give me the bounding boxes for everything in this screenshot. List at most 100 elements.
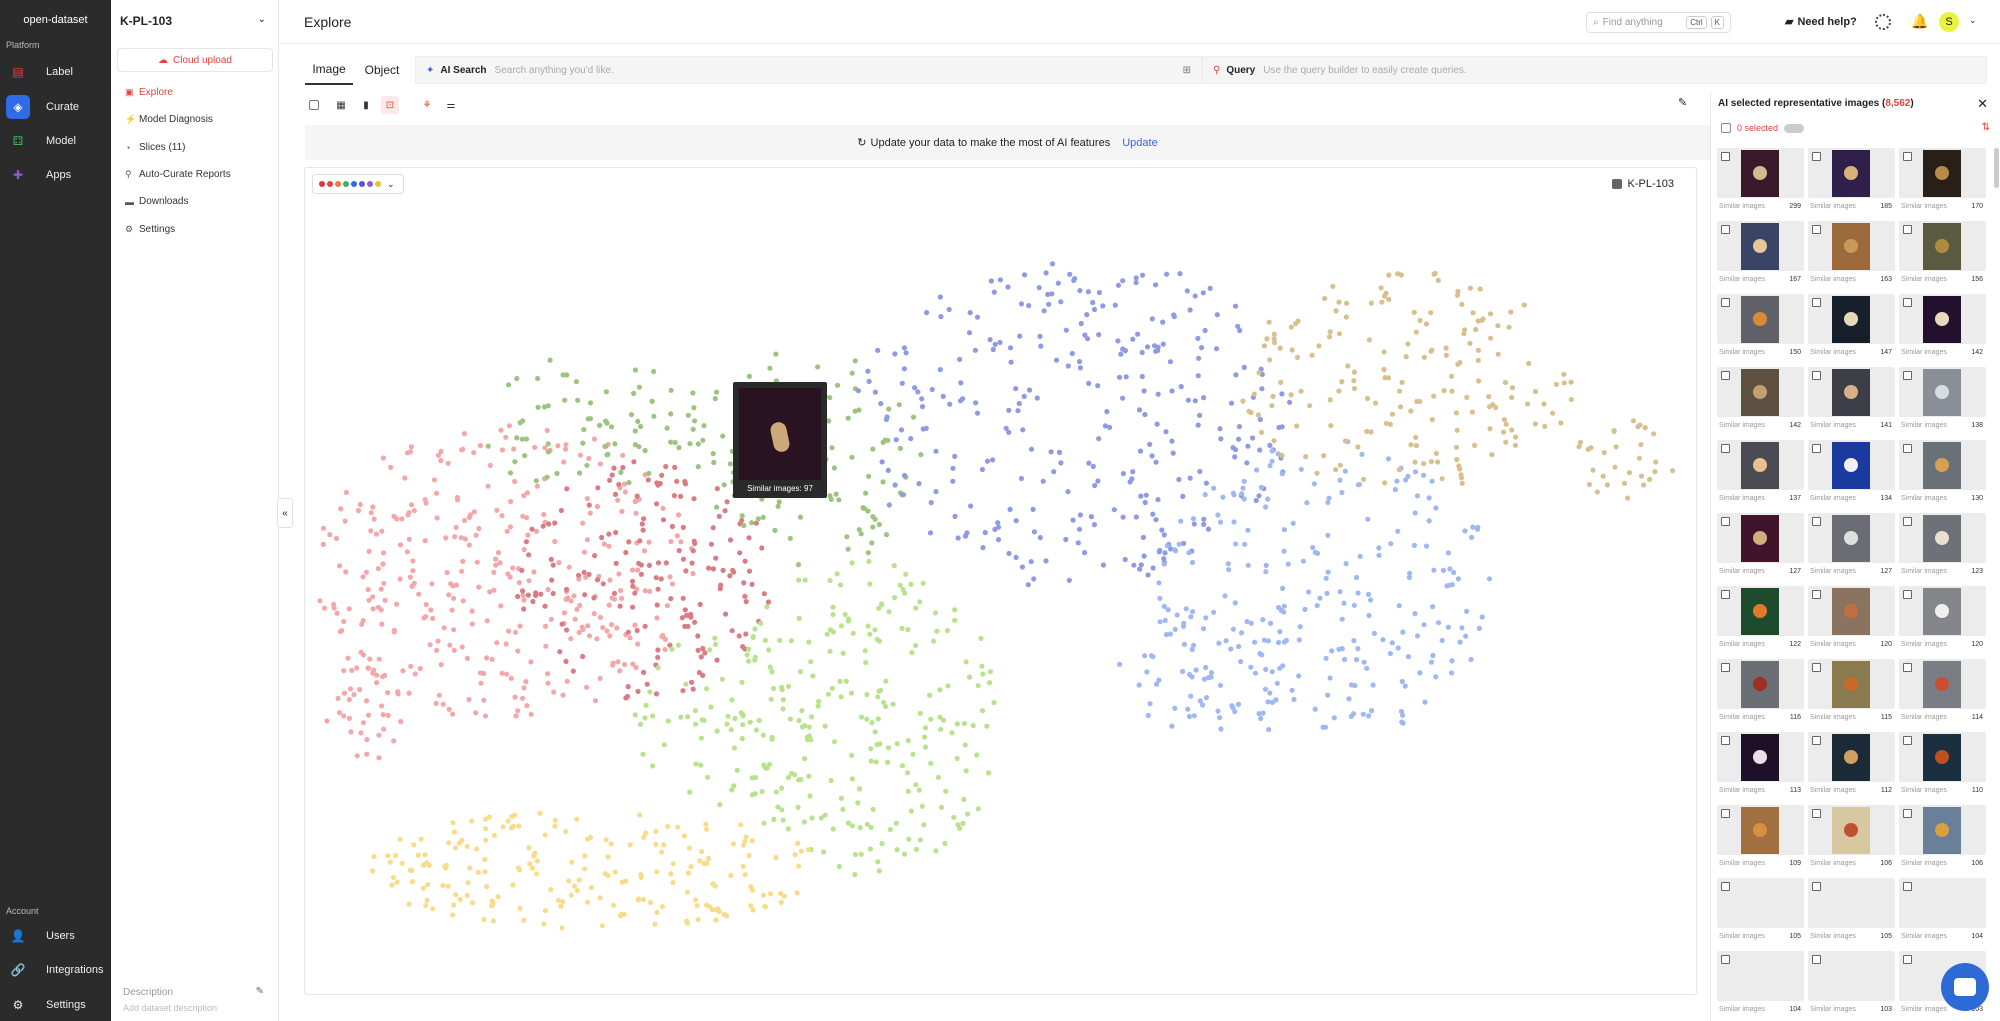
card-checkbox[interactable] — [1721, 444, 1730, 453]
card-checkbox[interactable] — [1812, 371, 1821, 380]
dataset-nav-downloads[interactable]: ▬ Downloads — [125, 196, 188, 207]
representative-image-card[interactable]: Similar images 141 — [1808, 367, 1895, 437]
tab-object[interactable]: Object — [355, 55, 409, 85]
card-checkbox[interactable] — [1812, 298, 1821, 307]
representative-image-card[interactable]: Similar images 185 — [1808, 148, 1895, 218]
color-legend-picker[interactable]: ⌄ — [312, 174, 404, 194]
collapse-panel-button[interactable]: « — [277, 498, 293, 528]
select-all-checkbox[interactable] — [305, 96, 323, 114]
card-checkbox[interactable] — [1903, 298, 1912, 307]
query-input[interactable]: ⚲ Query Use the query builder to easily … — [1202, 56, 1987, 84]
image-search-icon[interactable]: ⊞ — [1183, 65, 1191, 76]
representative-image-card[interactable]: Similar images 106 — [1808, 805, 1895, 875]
representative-image-card[interactable]: Similar images 170 — [1899, 148, 1986, 218]
dataset-toggle[interactable]: K-PL-103 — [1611, 178, 1674, 190]
dataset-nav-slices[interactable]: ◔ Slices (11) — [125, 142, 186, 153]
scatter-view-icon[interactable]: ⊡ — [381, 96, 399, 114]
card-checkbox[interactable] — [1903, 371, 1912, 380]
card-checkbox[interactable] — [1903, 152, 1912, 161]
representative-image-card[interactable]: Similar images 120 — [1808, 586, 1895, 656]
dataset-nav-settings[interactable]: ⚙ Settings — [125, 224, 175, 235]
edit-icon[interactable]: ✎ — [256, 986, 264, 997]
card-checkbox[interactable] — [1721, 955, 1730, 964]
representative-image-card[interactable]: Similar images 112 — [1808, 732, 1895, 802]
card-checkbox[interactable] — [1721, 590, 1730, 599]
card-checkbox[interactable] — [1903, 809, 1912, 818]
card-checkbox[interactable] — [1721, 809, 1730, 818]
card-checkbox[interactable] — [1812, 663, 1821, 672]
nav-model[interactable]: ⚃ Model — [0, 126, 111, 156]
card-checkbox[interactable] — [1812, 517, 1821, 526]
grid-view-icon[interactable]: ▦ — [332, 96, 350, 114]
chevron-down-icon[interactable]: ⌄ — [258, 14, 266, 25]
dataset-nav-model-diagnosis[interactable]: ⚡ Model Diagnosis — [125, 114, 213, 125]
representative-image-card[interactable]: Similar images 113 — [1717, 732, 1804, 802]
representative-image-card[interactable]: Similar images 138 — [1899, 367, 1986, 437]
card-checkbox[interactable] — [1812, 152, 1821, 161]
representative-image-card[interactable]: Similar images 109 — [1717, 805, 1804, 875]
ai-search-input[interactable]: ✦ AI Search Search anything you'd like. … — [415, 56, 1202, 84]
representative-image-card[interactable]: Similar images 299 — [1717, 148, 1804, 218]
card-checkbox[interactable] — [1812, 590, 1821, 599]
card-checkbox[interactable] — [1721, 663, 1730, 672]
card-checkbox[interactable] — [1721, 371, 1730, 380]
nav-apps[interactable]: ✚ Apps — [0, 160, 111, 190]
card-checkbox[interactable] — [1721, 298, 1730, 307]
representative-image-card[interactable]: Similar images 137 — [1717, 440, 1804, 510]
representative-image-card[interactable]: Similar images 104 — [1899, 878, 1986, 948]
cloud-upload-button[interactable]: ☁ Cloud upload — [117, 48, 273, 72]
dataset-nav-explore[interactable]: ▣ Explore — [125, 87, 173, 98]
dataset-nav-auto-curate[interactable]: ⚲ Auto-Curate Reports — [125, 169, 231, 180]
bell-icon[interactable]: 🔔 — [1911, 13, 1928, 30]
selection-toggle[interactable] — [1784, 123, 1805, 133]
representative-image-card[interactable]: Similar images 142 — [1717, 367, 1804, 437]
org-name[interactable]: open-dataset — [0, 14, 111, 26]
global-search-input[interactable]: ⌕ Find anything Ctrl K — [1586, 12, 1731, 33]
filter-icon[interactable]: ⚌ — [442, 96, 460, 114]
card-checkbox[interactable] — [1721, 225, 1730, 234]
update-link[interactable]: Update — [1122, 137, 1157, 149]
representative-image-card[interactable]: Similar images 163 — [1808, 221, 1895, 291]
chart-view-icon[interactable]: ▮ — [357, 96, 375, 114]
card-checkbox[interactable] — [1812, 225, 1821, 234]
close-icon[interactable]: ✕ — [1977, 96, 1988, 112]
nav-settings[interactable]: ⚙ Settings — [0, 990, 111, 1020]
scrollbar[interactable] — [1994, 148, 1999, 188]
nav-users[interactable]: 👤 Users — [0, 921, 111, 951]
representative-image-card[interactable]: Similar images 127 — [1717, 513, 1804, 583]
representative-image-card[interactable]: Similar images 150 — [1717, 294, 1804, 364]
representative-image-card[interactable]: Similar images 114 — [1899, 659, 1986, 729]
representative-image-card[interactable]: Similar images 120 — [1899, 586, 1986, 656]
card-checkbox[interactable] — [1903, 225, 1912, 234]
tab-image[interactable]: Image — [305, 55, 353, 85]
card-checkbox[interactable] — [1903, 663, 1912, 672]
avatar[interactable]: S — [1939, 12, 1959, 32]
chat-button[interactable] — [1941, 963, 1989, 1011]
sort-icon[interactable]: ⇅ — [1982, 122, 1990, 133]
dataset-name[interactable]: K-PL-103 — [120, 14, 172, 28]
representative-image-card[interactable]: Similar images 123 — [1899, 513, 1986, 583]
card-checkbox[interactable] — [1903, 590, 1912, 599]
representative-image-card[interactable]: Similar images 110 — [1899, 732, 1986, 802]
representative-image-card[interactable]: Similar images 130 — [1899, 440, 1986, 510]
nav-integrations[interactable]: 🔗 Integrations — [0, 955, 111, 985]
description-placeholder[interactable]: Add dataset description — [123, 1003, 217, 1013]
representative-image-card[interactable]: Similar images 134 — [1808, 440, 1895, 510]
representative-image-card[interactable]: Similar images 115 — [1808, 659, 1895, 729]
help-button[interactable]: ▰ Need help? — [1785, 15, 1857, 29]
card-checkbox[interactable] — [1812, 955, 1821, 964]
representative-image-card[interactable]: Similar images 142 — [1899, 294, 1986, 364]
card-checkbox[interactable] — [1721, 152, 1730, 161]
select-all-cards-checkbox[interactable] — [1721, 123, 1731, 133]
card-checkbox[interactable] — [1812, 882, 1821, 891]
chevron-down-icon[interactable]: ⌄ — [1969, 15, 1977, 26]
representative-image-card[interactable]: Similar images 104 — [1717, 951, 1804, 1021]
card-checkbox[interactable] — [1903, 882, 1912, 891]
card-checkbox[interactable] — [1721, 882, 1730, 891]
card-checkbox[interactable] — [1721, 517, 1730, 526]
representative-image-card[interactable]: Similar images 116 — [1717, 659, 1804, 729]
cluster-icon[interactable]: ⚘ — [418, 96, 436, 114]
pen-icon[interactable]: ✎ — [1678, 96, 1687, 109]
card-checkbox[interactable] — [1903, 444, 1912, 453]
representative-image-card[interactable]: Similar images 105 — [1717, 878, 1804, 948]
